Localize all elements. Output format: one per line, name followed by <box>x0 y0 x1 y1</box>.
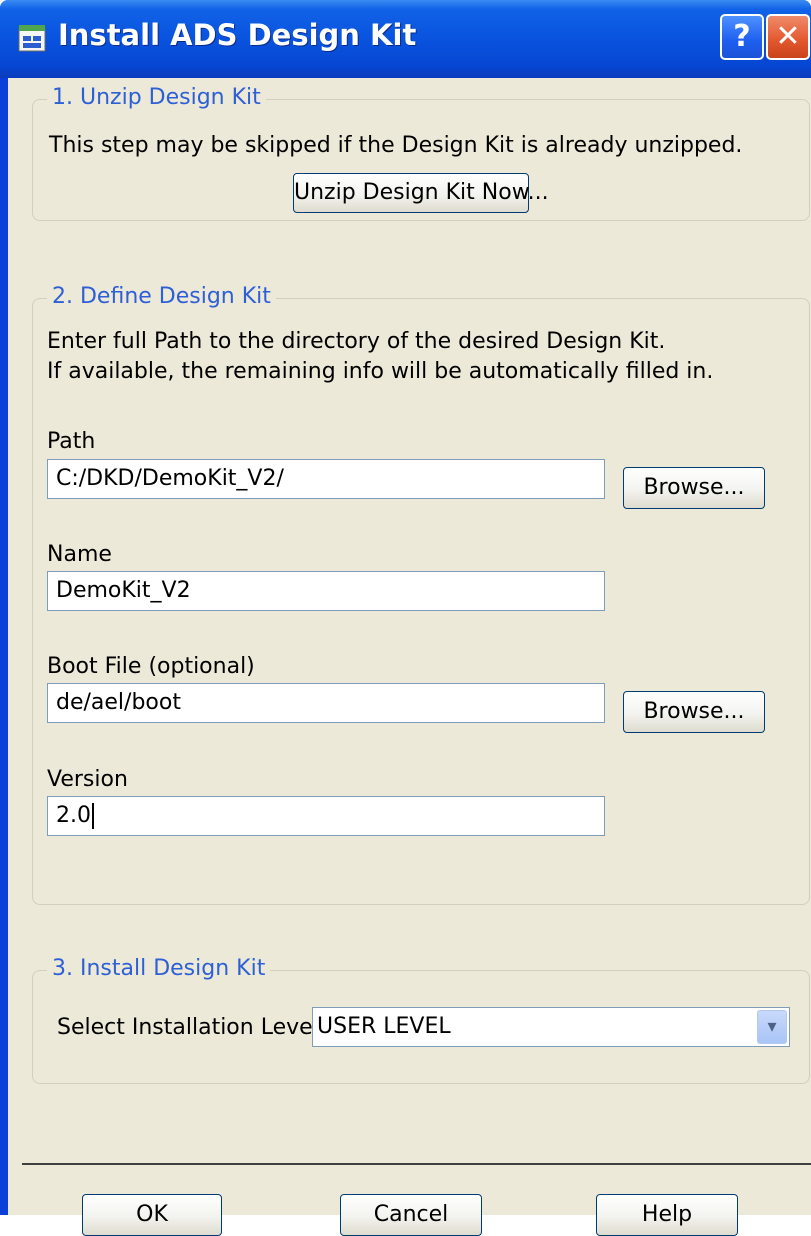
help-button[interactable]: Help <box>596 1194 738 1236</box>
group-define-design-kit: 2. Define Design Kit Enter full Path to … <box>32 284 810 905</box>
installation-level-select[interactable]: USER LEVEL ▾ <box>312 1007 790 1047</box>
path-browse-button[interactable]: Browse... <box>623 467 765 509</box>
footer-separator <box>22 1163 811 1165</box>
group-legend-install: 3. Install Design Kit <box>47 956 271 981</box>
app-icon <box>18 25 46 52</box>
boot-browse-button[interactable]: Browse... <box>623 691 765 733</box>
title-help-button[interactable]: ? <box>720 14 764 60</box>
close-icon: ✕ <box>775 19 801 54</box>
name-input[interactable]: DemoKit_V2 <box>47 571 605 611</box>
define-description-line1: Enter full Path to the directory of the … <box>47 329 666 354</box>
name-value: DemoKit_V2 <box>56 578 191 603</box>
window-title: Install ADS Design Kit <box>58 18 417 52</box>
installation-level-label: Select Installation Level : <box>57 1015 334 1040</box>
group-install-design-kit: 3. Install Design Kit Select Installatio… <box>32 956 810 1084</box>
unzip-design-kit-now-button[interactable]: Unzip Design Kit Now... <box>293 173 549 213</box>
boot-file-value: de/ael/boot <box>56 690 181 715</box>
name-label: Name <box>47 542 112 567</box>
unzip-description: This step may be skipped if the Design K… <box>49 133 743 158</box>
installation-level-value: USER LEVEL <box>317 1014 451 1039</box>
help-icon: ? <box>733 19 751 54</box>
version-value: 2.0 <box>56 803 91 828</box>
define-description-line2: If available, the remaining info will be… <box>47 359 714 384</box>
boot-file-label: Boot File (optional) <box>47 654 255 679</box>
chevron-down-icon[interactable]: ▾ <box>757 1010 787 1044</box>
boot-file-input[interactable]: de/ael/boot <box>47 683 605 723</box>
title-close-button[interactable]: ✕ <box>766 14 810 60</box>
title-bar[interactable]: Install ADS Design Kit ? ✕ <box>0 0 811 78</box>
cancel-button[interactable]: Cancel <box>340 1194 482 1236</box>
path-value: C:/DKD/DemoKit_V2/ <box>56 466 284 491</box>
path-label: Path <box>47 429 96 454</box>
path-input[interactable]: C:/DKD/DemoKit_V2/ <box>47 459 605 499</box>
group-unzip-design-kit: 1. Unzip Design Kit This step may be ski… <box>32 85 810 221</box>
install-design-kit-dialog: Install ADS Design Kit ? ✕ 1. Unzip Desi… <box>0 0 811 1236</box>
version-input[interactable]: 2.0 <box>47 796 605 836</box>
group-legend-unzip: 1. Unzip Design Kit <box>47 85 266 110</box>
ok-button[interactable]: OK <box>82 1194 222 1236</box>
dialog-client-area: 1. Unzip Design Kit This step may be ski… <box>8 78 811 1236</box>
version-label: Version <box>47 767 128 792</box>
group-legend-define: 2. Define Design Kit <box>47 284 276 309</box>
text-cursor <box>92 803 94 829</box>
